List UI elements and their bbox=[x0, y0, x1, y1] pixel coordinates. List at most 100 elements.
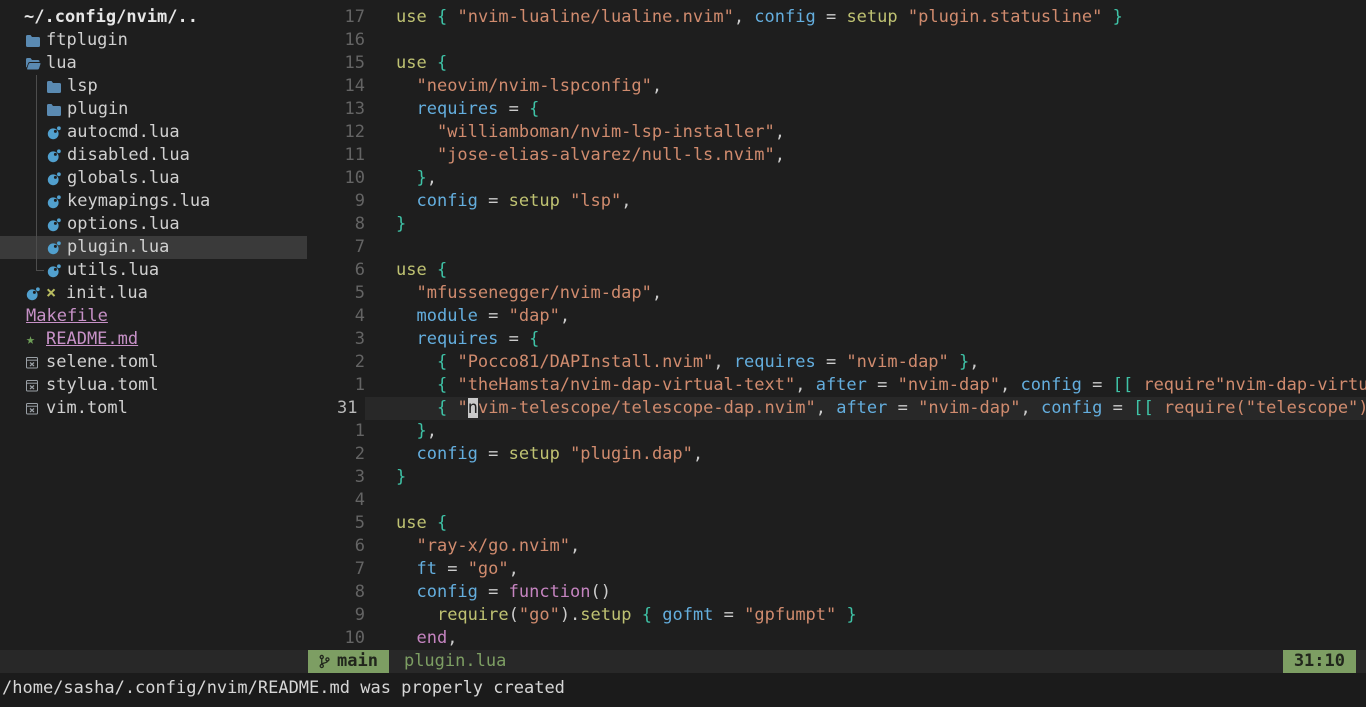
tree-item-disabled-lua[interactable]: disabled.lua bbox=[0, 144, 307, 167]
code-line[interactable]: 1 }, bbox=[307, 420, 1366, 443]
tree-item-label: init.lua bbox=[66, 282, 148, 305]
git-branch-badge: main bbox=[308, 650, 389, 673]
token: requires bbox=[416, 99, 498, 119]
token: () bbox=[591, 582, 611, 602]
tree-item-options-lua[interactable]: options.lua bbox=[0, 213, 307, 236]
token: , bbox=[570, 536, 580, 556]
token bbox=[396, 76, 416, 96]
line-number: 8 bbox=[307, 581, 365, 604]
code-line[interactable]: 9 config = setup "lsp", bbox=[307, 190, 1366, 213]
lua-icon bbox=[47, 195, 67, 209]
editor-buffer[interactable]: 17use { "nvim-lualine/lualine.nvim", con… bbox=[307, 0, 1366, 650]
tree-item-utils-lua[interactable]: utils.lua bbox=[0, 259, 307, 282]
code-line[interactable]: 9 require("go").setup { gofmt = "gpfumpt… bbox=[307, 604, 1366, 627]
token: " bbox=[457, 398, 467, 418]
code-line[interactable]: 2 { "Pocco81/DAPInstall.nvim", requires … bbox=[307, 351, 1366, 374]
code-text: "williamboman/nvim-lsp-installer", bbox=[365, 121, 1366, 144]
code-line[interactable]: 17use { "nvim-lualine/lualine.nvim", con… bbox=[307, 6, 1366, 29]
token: use bbox=[396, 513, 427, 533]
tree-item-keymapings-lua[interactable]: keymapings.lua bbox=[0, 190, 307, 213]
token: = bbox=[1082, 375, 1113, 395]
line-number: 1 bbox=[307, 420, 365, 443]
code-line[interactable]: 8} bbox=[307, 213, 1366, 236]
tree-item-selene-toml[interactable]: selene.toml bbox=[0, 351, 307, 374]
code-line[interactable]: 2 config = setup "plugin.dap", bbox=[307, 443, 1366, 466]
tree-item-plugin[interactable]: plugin bbox=[0, 98, 307, 121]
tree-guide-line bbox=[26, 144, 47, 167]
code-text: "mfussenegger/nvim-dap", bbox=[365, 282, 1366, 305]
token: } bbox=[959, 352, 969, 372]
tree-item-stylua-toml[interactable]: stylua.toml bbox=[0, 374, 307, 397]
tree-item-plugin-lua[interactable]: plugin.lua bbox=[0, 236, 307, 259]
tree-item-ftplugin[interactable]: ftplugin bbox=[0, 29, 307, 52]
code-line[interactable]: 4 bbox=[307, 489, 1366, 512]
tree-item-label: disabled.lua bbox=[67, 144, 190, 167]
tree-item-globals-lua[interactable]: globals.lua bbox=[0, 167, 307, 190]
code-line[interactable]: 10 end, bbox=[307, 627, 1366, 650]
code-line[interactable]: 5use { bbox=[307, 512, 1366, 535]
tree-guide-line bbox=[26, 121, 47, 144]
code-line[interactable]: 4 module = "dap", bbox=[307, 305, 1366, 328]
token: [[ bbox=[1113, 375, 1133, 395]
git-branch-label: main bbox=[337, 650, 378, 673]
token: { bbox=[529, 99, 539, 119]
code-line[interactable]: 3 requires = { bbox=[307, 328, 1366, 351]
token: , bbox=[734, 7, 754, 27]
code-text: "neovim/nvim-lspconfig", bbox=[365, 75, 1366, 98]
token: , bbox=[795, 375, 815, 395]
neovim-window: ~/.config/nvim/.. ftpluginlualsppluginau… bbox=[0, 0, 1366, 707]
token bbox=[396, 191, 416, 211]
token: config bbox=[1041, 398, 1102, 418]
token: , bbox=[560, 306, 570, 326]
token bbox=[447, 352, 457, 372]
code-text: { "nvim-telescope/telescope-dap.nvim", a… bbox=[365, 397, 1366, 420]
code-line[interactable]: 7 bbox=[307, 236, 1366, 259]
tree-item-label: utils.lua bbox=[67, 259, 159, 282]
token: "neovim/nvim-lspconfig" bbox=[416, 76, 651, 96]
code-line[interactable]: 1 { "theHamsta/nvim-dap-virtual-text", a… bbox=[307, 374, 1366, 397]
code-line[interactable]: 13 requires = { bbox=[307, 98, 1366, 121]
code-line-current[interactable]: 31 { "nvim-telescope/telescope-dap.nvim"… bbox=[307, 397, 1366, 420]
token: } bbox=[396, 467, 406, 487]
tree-item-lsp[interactable]: lsp bbox=[0, 75, 307, 98]
code-line[interactable]: 14 "neovim/nvim-lspconfig", bbox=[307, 75, 1366, 98]
tree-item-init-lua[interactable]: ×init.lua bbox=[0, 282, 307, 305]
code-line[interactable]: 6 "ray-x/go.nvim", bbox=[307, 535, 1366, 558]
code-line[interactable]: 10 }, bbox=[307, 167, 1366, 190]
code-line[interactable]: 6use { bbox=[307, 259, 1366, 282]
line-number: 4 bbox=[307, 489, 365, 512]
code-line[interactable]: 5 "mfussenegger/nvim-dap", bbox=[307, 282, 1366, 305]
code-line[interactable]: 7 ft = "go", bbox=[307, 558, 1366, 581]
token bbox=[447, 375, 457, 395]
tree-item-readme-md[interactable]: ★README.md bbox=[0, 328, 307, 351]
line-number: 5 bbox=[307, 512, 365, 535]
code-text: use { bbox=[365, 512, 1366, 535]
token: requires bbox=[734, 352, 816, 372]
tree-guide-line bbox=[26, 213, 47, 236]
folder-open-icon bbox=[26, 58, 46, 70]
code-line[interactable]: 3} bbox=[307, 466, 1366, 489]
token bbox=[396, 99, 416, 119]
code-line[interactable]: 15use { bbox=[307, 52, 1366, 75]
token: , bbox=[652, 76, 662, 96]
code-line[interactable]: 12 "williamboman/nvim-lsp-installer", bbox=[307, 121, 1366, 144]
code-line[interactable]: 16 bbox=[307, 29, 1366, 52]
token: , bbox=[969, 352, 979, 372]
token: { bbox=[437, 352, 447, 372]
tree-item-autocmd-lua[interactable]: autocmd.lua bbox=[0, 121, 307, 144]
tree-item-lua[interactable]: lua bbox=[0, 52, 307, 75]
token: require bbox=[437, 605, 509, 625]
token: require"nvim-dap-virtua bbox=[1143, 375, 1366, 395]
token bbox=[427, 53, 437, 73]
tree-item-vim-toml[interactable]: vim.toml bbox=[0, 397, 307, 420]
code-line[interactable]: 11 "jose-elias-alvarez/null-ls.nvim", bbox=[307, 144, 1366, 167]
token bbox=[560, 191, 570, 211]
folder-icon bbox=[47, 104, 67, 116]
token: setup bbox=[509, 444, 560, 464]
tree-item-label: lua bbox=[46, 52, 77, 75]
tree-item-makefile[interactable]: Makefile bbox=[0, 305, 307, 328]
line-number: 3 bbox=[307, 328, 365, 351]
token: "Pocco81/DAPInstall.nvim" bbox=[457, 352, 713, 372]
code-line[interactable]: 8 config = function() bbox=[307, 581, 1366, 604]
token: "lsp" bbox=[570, 191, 621, 211]
